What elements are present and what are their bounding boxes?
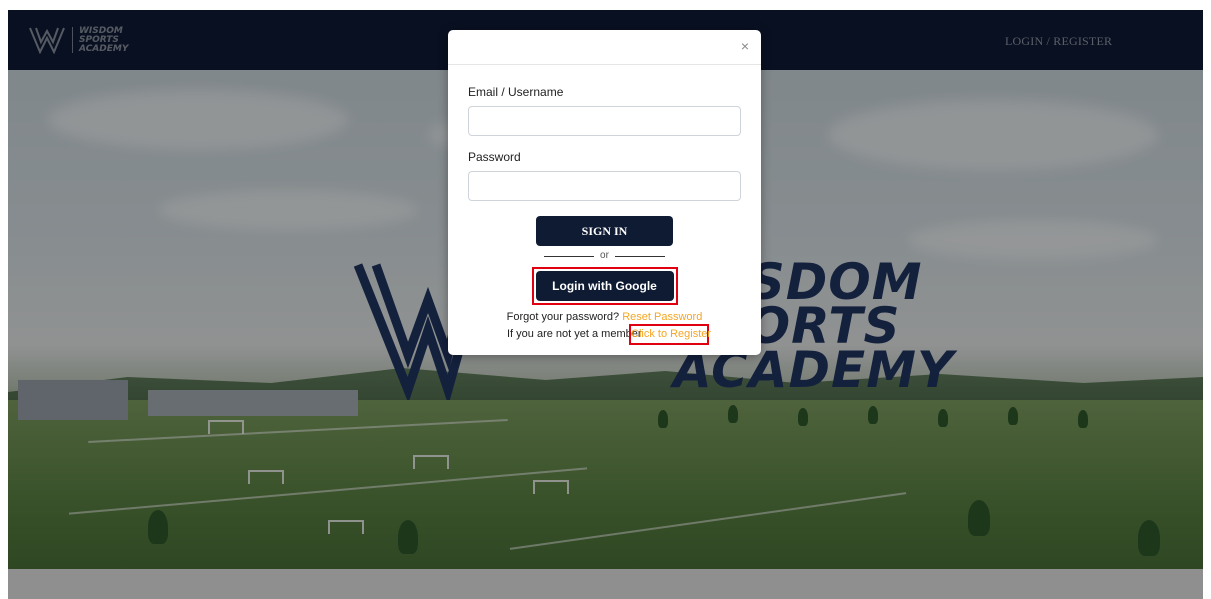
sign-in-button[interactable]: SIGN IN — [536, 216, 673, 246]
or-divider: or — [468, 250, 741, 262]
modal-header: × — [448, 30, 761, 65]
login-with-google-button[interactable]: Login with Google — [535, 271, 674, 301]
not-member-text: If you are not yet a member — [507, 328, 642, 340]
forgot-password-text: Forgot your password? — [506, 311, 620, 323]
close-icon[interactable]: × — [741, 39, 749, 53]
email-label: Email / Username — [468, 85, 564, 99]
login-modal: × Email / Username Password SIGN IN or L… — [448, 30, 761, 355]
google-button-highlight: Login with Google — [531, 267, 678, 305]
forgot-password-row: Forgot your password? Reset Password — [468, 311, 741, 323]
or-text: or — [600, 250, 609, 261]
register-row: If you are not yet a member Click to Reg… — [468, 324, 741, 345]
password-input[interactable] — [468, 171, 741, 201]
page-section-below — [8, 569, 1203, 599]
email-input[interactable] — [468, 106, 741, 136]
reset-password-link[interactable]: Reset Password — [622, 311, 702, 323]
click-to-register-link[interactable]: Click to Register — [631, 328, 711, 340]
password-label: Password — [468, 150, 521, 164]
